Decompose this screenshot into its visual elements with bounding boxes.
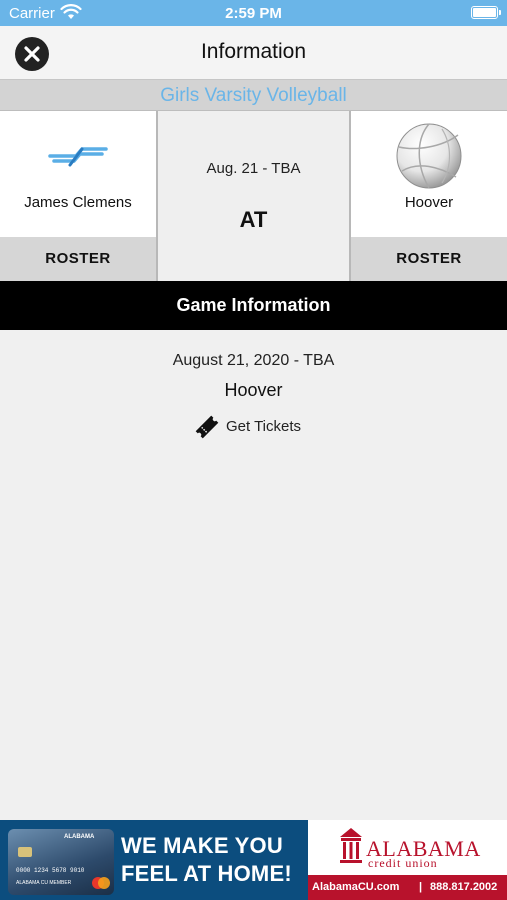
at-label: AT xyxy=(239,207,268,232)
ad-headline-line1: WE MAKE YOU xyxy=(121,833,283,858)
bank-building-icon xyxy=(338,825,364,870)
ad-headline-line2: FEEL AT HOME! xyxy=(121,861,292,886)
card-holder-name: ALABAMA CU MEMBER xyxy=(16,880,72,886)
ad-phone: 888.817.2002 xyxy=(430,881,498,893)
ticket-icon xyxy=(194,414,220,445)
away-roster-button[interactable]: ROSTER xyxy=(351,237,507,281)
battery-icon xyxy=(471,6,501,19)
status-bar: Carrier 2:59 PM xyxy=(0,0,507,26)
game-info-header: Game Information xyxy=(0,281,507,330)
status-time: 2:59 PM xyxy=(225,5,282,22)
ad-brand-panel: ALABAMA credit union AlabamaCU.com | 888… xyxy=(308,820,507,900)
card-number: 0000 1234 5678 9010 xyxy=(16,867,85,874)
card-brand: ALABAMA xyxy=(64,834,95,840)
ad-promo-panel: ALABAMA 0000 1234 5678 9010 ALABAMA CU M… xyxy=(0,820,308,900)
away-team-name: Hoover xyxy=(404,194,454,211)
close-button[interactable] xyxy=(15,37,49,71)
ad-separator: | xyxy=(419,881,423,893)
game-summary: Aug. 21 - TBA AT xyxy=(156,111,351,281)
get-tickets-label: Get Tickets xyxy=(226,418,302,435)
nav-bar: Information xyxy=(0,26,507,79)
game-location: Hoover xyxy=(224,380,283,400)
away-team-card[interactable]: Hoover xyxy=(351,111,507,237)
james-clemens-logo-icon xyxy=(0,143,156,172)
matchup-panel: James Clemens ROSTER Aug. 21 - TBA AT Ho… xyxy=(0,111,507,281)
close-icon xyxy=(24,46,40,62)
away-team: Hoover ROSTER xyxy=(351,111,507,281)
game-date-short: Aug. 21 - TBA xyxy=(206,160,301,177)
home-roster-button[interactable]: ROSTER xyxy=(0,237,156,281)
page-title: Information xyxy=(200,40,307,63)
contact-strip: AlabamaCU.com | 888.817.2002 xyxy=(308,875,507,900)
volleyball-icon xyxy=(351,121,507,196)
sport-banner: Girls Varsity Volleyball xyxy=(0,79,507,111)
home-team-name: James Clemens xyxy=(24,194,132,211)
ad-banner[interactable]: ALABAMA 0000 1234 5678 9010 ALABAMA CU M… xyxy=(0,820,507,900)
game-full-date: August 21, 2020 - TBA xyxy=(172,352,335,369)
home-team: James Clemens ROSTER xyxy=(0,111,156,281)
ad-url: AlabamaCU.com xyxy=(312,881,400,893)
bank-subtitle: credit union xyxy=(368,856,438,870)
home-team-card[interactable]: James Clemens xyxy=(0,111,156,237)
ad-headline: WE MAKE YOU FEEL AT HOME! xyxy=(121,832,306,888)
card-chip-icon xyxy=(18,847,32,857)
credit-card-image: ALABAMA 0000 1234 5678 9010 ALABAMA CU M… xyxy=(8,829,114,895)
mastercard-logo-icon xyxy=(92,877,110,889)
